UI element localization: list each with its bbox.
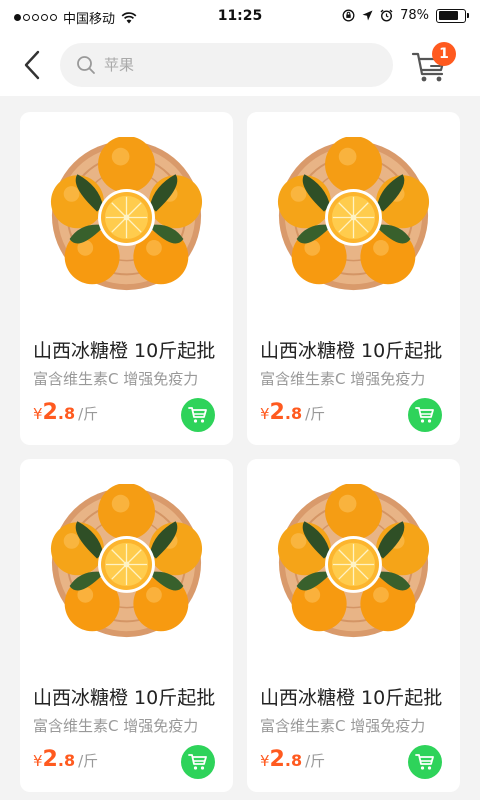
price-unit: /斤 (78, 752, 99, 770)
cart-icon (188, 407, 207, 423)
product-image (277, 137, 430, 291)
price-integer: 2 (42, 747, 58, 772)
cart-count-badge: 1 (432, 42, 456, 66)
cart-icon (415, 407, 434, 423)
cart-icon (415, 754, 434, 770)
status-bar: 中国移动 11:25 78% (0, 0, 480, 34)
price-currency: ¥ (33, 405, 43, 423)
battery-icon (436, 8, 469, 23)
price-unit: /斤 (305, 752, 326, 770)
price-decimal: .8 (284, 404, 303, 423)
price-integer: 2 (42, 400, 58, 425)
location-icon (362, 10, 373, 21)
price-unit: /斤 (305, 405, 326, 423)
add-to-cart-button[interactable] (408, 745, 442, 779)
product-card[interactable]: 山西冰糖橙 10斤起批 富含维生素C 增强免疫力 ¥2.8/斤 (247, 112, 460, 445)
product-card[interactable]: 山西冰糖橙 10斤起批 富含维生素C 增强免疫力 ¥2.8/斤 (20, 459, 233, 792)
add-to-cart-button[interactable] (408, 398, 442, 432)
rotation-lock-icon (342, 9, 355, 22)
price-unit: /斤 (78, 405, 99, 423)
alarm-icon (380, 9, 393, 22)
price-decimal: .8 (57, 404, 76, 423)
header: 1 (0, 34, 480, 96)
product-image (277, 484, 430, 638)
product-card[interactable]: 山西冰糖橙 10斤起批 富含维生素C 增强免疫力 ¥2.8/斤 (247, 459, 460, 792)
product-subtitle: 富含维生素C 增强免疫力 (33, 370, 199, 388)
price-currency: ¥ (260, 752, 270, 770)
price-decimal: .8 (284, 751, 303, 770)
product-title: 山西冰糖橙 10斤起批 (33, 340, 216, 362)
product-subtitle: 富含维生素C 增强免疫力 (33, 717, 199, 735)
add-to-cart-button[interactable] (181, 745, 215, 779)
price-currency: ¥ (33, 752, 43, 770)
price-integer: 2 (269, 747, 285, 772)
product-grid: 山西冰糖橙 10斤起批 富含维生素C 增强免疫力 ¥2.8/斤 山西冰糖橙 10… (20, 112, 460, 792)
battery-percent: 78% (400, 8, 429, 23)
product-price: ¥2.8/斤 (33, 747, 98, 772)
cart-icon (188, 754, 207, 770)
search-bar[interactable] (60, 43, 393, 87)
product-title: 山西冰糖橙 10斤起批 (260, 340, 443, 362)
product-image (50, 484, 203, 638)
product-price: ¥2.8/斤 (33, 400, 98, 425)
back-button[interactable] (20, 48, 46, 82)
price-currency: ¥ (260, 405, 270, 423)
product-subtitle: 富含维生素C 增强免疫力 (260, 370, 426, 388)
product-subtitle: 富含维生素C 增强免疫力 (260, 717, 426, 735)
product-title: 山西冰糖橙 10斤起批 (33, 687, 216, 709)
product-price: ¥2.8/斤 (260, 400, 325, 425)
status-right: 78% (342, 8, 469, 23)
product-price: ¥2.8/斤 (260, 747, 325, 772)
battery-level (438, 11, 458, 20)
price-decimal: .8 (57, 751, 76, 770)
product-title: 山西冰糖橙 10斤起批 (260, 687, 443, 709)
product-card[interactable]: 山西冰糖橙 10斤起批 富含维生素C 增强免疫力 ¥2.8/斤 (20, 112, 233, 445)
search-input[interactable] (104, 56, 364, 74)
product-image (50, 137, 203, 291)
add-to-cart-button[interactable] (181, 398, 215, 432)
search-icon (77, 56, 95, 74)
price-integer: 2 (269, 400, 285, 425)
chevron-left-icon (24, 50, 40, 80)
